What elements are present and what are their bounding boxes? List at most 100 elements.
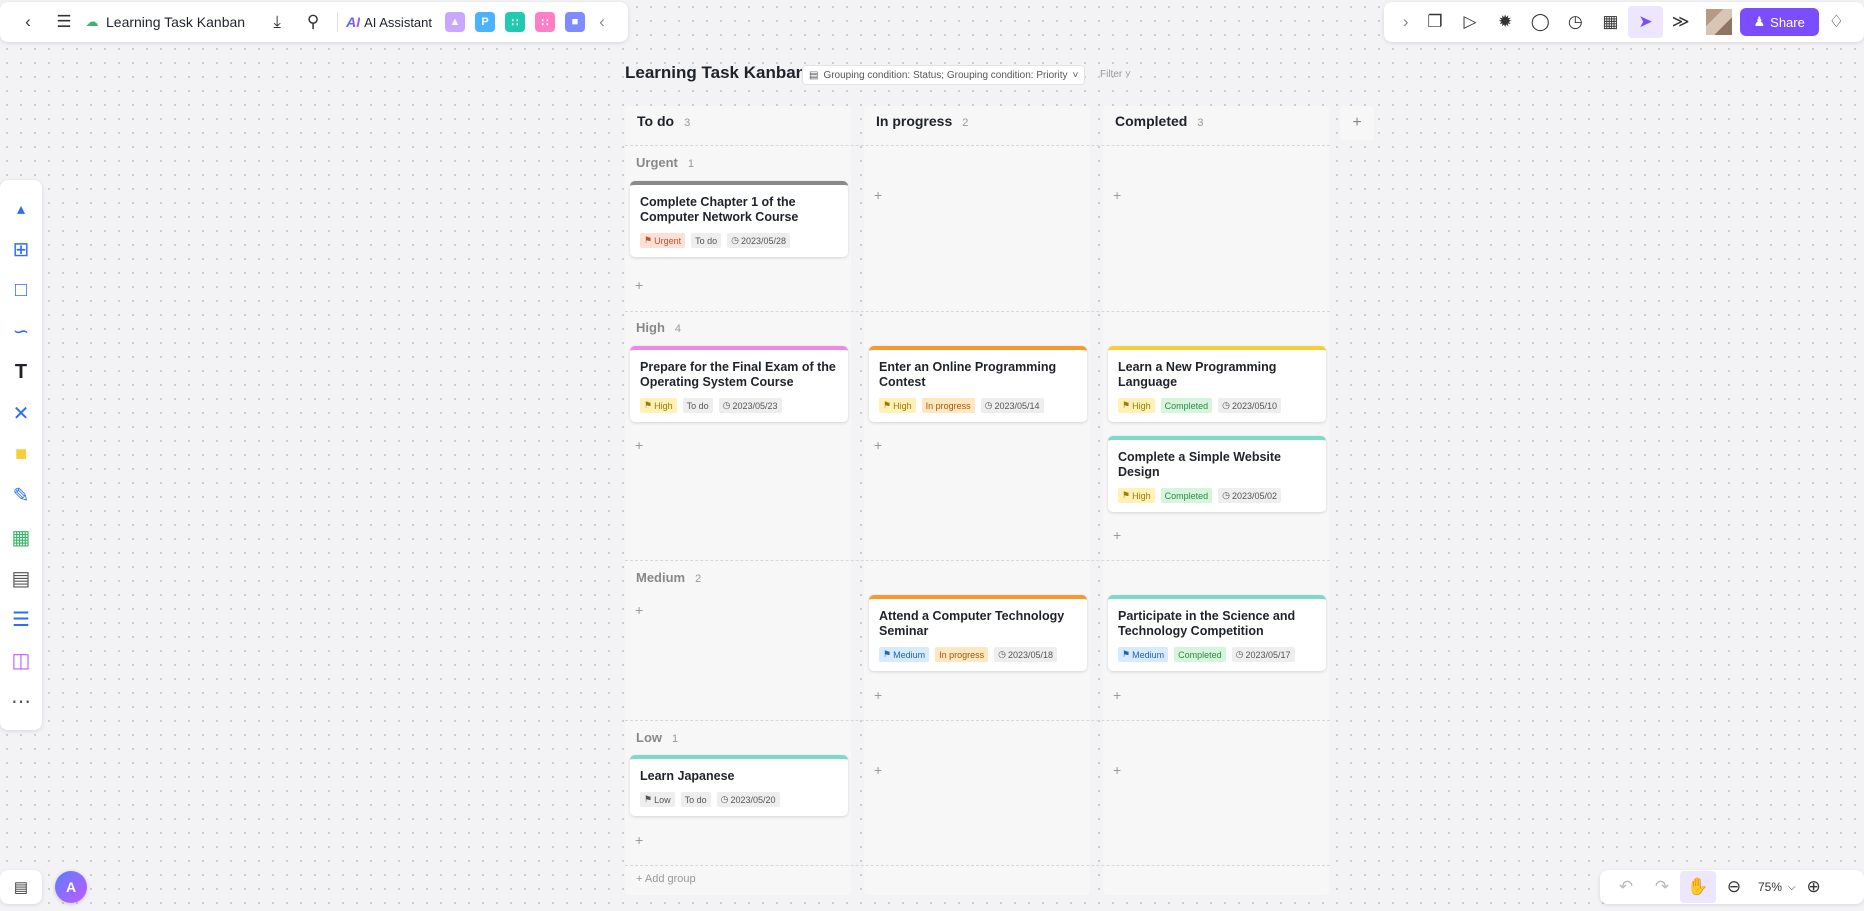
date-tag: ◷ 2023/05/28 [727, 233, 791, 248]
shape-icon[interactable]: □ [7, 277, 35, 305]
flag-icon: ⚑ [883, 649, 892, 659]
undo-icon[interactable]: ↶ [1608, 871, 1644, 903]
card-title: Complete Chapter 1 of the Computer Netwo… [640, 195, 799, 224]
task-card[interactable]: Learn Japanese ⚑ Low To do ◷ 2023/05/20 [630, 755, 848, 816]
task-card[interactable]: Enter an Online Programming Contest ⚑ Hig… [869, 346, 1087, 422]
zoom-dropdown-chevron-icon[interactable]: ⌵ [1788, 882, 1796, 893]
add-card-button[interactable]: + [1113, 527, 1121, 543]
add-card-button[interactable]: + [1113, 687, 1121, 703]
board-title[interactable]: Learning Task Kanban [625, 63, 806, 83]
follow-cursor-icon[interactable]: ➤ [1627, 6, 1664, 38]
text-block-icon[interactable]: ▤ [7, 564, 35, 592]
presentation-icon[interactable]: P [475, 12, 495, 32]
status-tag: In progress [935, 647, 989, 662]
text-icon[interactable]: T [7, 359, 35, 387]
image-gen-icon[interactable]: ▲ [445, 12, 465, 32]
template-icon[interactable]: ❐ [1417, 6, 1452, 38]
status-tag: Completed [1160, 398, 1213, 413]
comment-icon[interactable]: ◯ [1523, 6, 1558, 38]
back-icon[interactable]: ‹ [10, 6, 46, 38]
collapse-icon[interactable]: ‹ [590, 6, 614, 38]
group-low[interactable]: Low 1 [636, 730, 678, 745]
filter-button[interactable]: Filter ˅ [1100, 69, 1131, 80]
add-column-button[interactable]: + [1340, 106, 1374, 140]
hand-tool-icon[interactable]: ✋ [1680, 871, 1716, 903]
redo-icon[interactable]: ↷ [1644, 871, 1680, 903]
group-title: Low [636, 730, 662, 745]
flowchart-icon[interactable]: ∷ [535, 12, 555, 32]
flag-icon: ⚑ [1122, 400, 1131, 410]
mindmap-tool-icon[interactable]: ✕ [7, 400, 35, 428]
flag-icon: ⚑ [1122, 490, 1131, 500]
divider [625, 560, 1330, 561]
list-icon[interactable]: ☰ [7, 605, 35, 633]
group-high[interactable]: High 4 [636, 320, 681, 335]
add-card-button[interactable]: + [874, 687, 882, 703]
timer-icon[interactable]: ◷ [1558, 6, 1593, 38]
mindmap-icon[interactable]: ∷ [505, 12, 525, 32]
add-card-button[interactable]: + [874, 437, 882, 453]
priority-tag: ⚑ High [1118, 488, 1155, 503]
date-tag: ◷ 2023/05/20 [716, 792, 780, 807]
zoom-out-icon[interactable]: ⊖ [1716, 871, 1752, 903]
add-card-button[interactable]: + [1113, 187, 1121, 203]
status-tag: Completed [1174, 647, 1226, 662]
add-card-button[interactable]: + [635, 277, 643, 293]
chevron-down-icon: ˅ [1072, 69, 1079, 81]
card-title: Learn a New Programming Language [1118, 360, 1277, 389]
task-card[interactable]: Prepare for the Final Exam of the Operat… [630, 346, 848, 422]
group-urgent[interactable]: Urgent 1 [636, 155, 694, 170]
add-card-button[interactable]: + [635, 602, 643, 618]
celebrate-icon[interactable]: ✹ [1488, 6, 1523, 38]
group-medium[interactable]: Medium 2 [636, 570, 701, 585]
card-title: Prepare for the Final Exam of the Operat… [640, 360, 836, 389]
task-card[interactable]: Learn a New Programming Language ⚑ High C… [1108, 346, 1326, 422]
notification-bell-icon[interactable]: ♢ [1819, 6, 1854, 38]
zoom-in-icon[interactable]: ⊕ [1796, 871, 1832, 903]
templates-icon[interactable]: ▴ [7, 195, 35, 223]
search-icon[interactable]: ⚲ [295, 6, 331, 38]
divider [625, 720, 1330, 721]
task-card[interactable]: Participate in the Science and Technolog… [1108, 595, 1326, 671]
column-title: In progress [876, 113, 953, 129]
chevron-down-icon: ˅ [1125, 69, 1131, 80]
vote-icon[interactable]: ▦ [1593, 6, 1628, 38]
menu-icon[interactable]: ☰ [46, 6, 82, 38]
more-chevron-icon[interactable]: ≫ [1663, 6, 1698, 38]
ai-assistant-label: AI Assistant [364, 14, 432, 30]
chat-app-icon[interactable]: ■ [565, 12, 585, 32]
add-card-button[interactable]: + [635, 832, 643, 848]
clock-icon: ◷ [1222, 490, 1230, 500]
top-right-toolbar: › ❐ ▷ ✹ ◯ ◷ ▦ ➤ ≫ ♟ Share ♢ [1384, 2, 1864, 42]
sticky-note-icon[interactable]: ■ [7, 441, 35, 469]
ai-assistant-button[interactable]: AI AI Assistant [346, 14, 432, 30]
play-icon[interactable]: ▷ [1453, 6, 1488, 38]
table-icon[interactable]: ▦ [7, 523, 35, 551]
zoom-level[interactable]: 75% [1758, 880, 1782, 894]
download-icon[interactable]: ⤓ [259, 6, 295, 38]
minimap-toggle[interactable]: ▤ [0, 870, 42, 904]
date-tag: ◷ 2023/05/17 [1231, 647, 1295, 662]
clock-icon: ◷ [722, 400, 731, 410]
add-group-button[interactable]: + Add group [636, 873, 696, 885]
card-title: Attend a Computer Technology Seminar [879, 609, 1065, 638]
priority-tag: ⚑ High [879, 398, 916, 413]
task-card[interactable]: Complete a Simple Website Design ⚑ High C… [1108, 436, 1326, 512]
share-button[interactable]: ♟ Share [1739, 8, 1819, 36]
grouping-condition-button[interactable]: ▤ Grouping condition: Status; Grouping c… [802, 65, 1086, 85]
kanban-icon[interactable]: ◫ [7, 646, 35, 674]
add-card-button[interactable]: + [635, 437, 643, 453]
add-card-button[interactable]: + [1113, 762, 1121, 778]
task-card[interactable]: Attend a Computer Technology Seminar ⚑ Me… [869, 595, 1087, 671]
connector-icon[interactable]: ∽ [7, 318, 35, 346]
add-card-button[interactable]: + [874, 187, 882, 203]
document-title[interactable]: Learning Task Kanban [106, 14, 245, 30]
more-tools-icon[interactable]: ⋯ [7, 687, 35, 715]
add-card-button[interactable]: + [874, 762, 882, 778]
task-card[interactable]: Complete Chapter 1 of the Computer Netwo… [630, 181, 848, 257]
ai-assistant-fab[interactable]: A [55, 871, 87, 903]
frame-icon[interactable]: ⊞ [7, 236, 35, 264]
avatar[interactable] [1706, 9, 1732, 35]
pen-icon[interactable]: ✎ [7, 482, 35, 510]
expand-icon[interactable]: › [1394, 6, 1417, 38]
